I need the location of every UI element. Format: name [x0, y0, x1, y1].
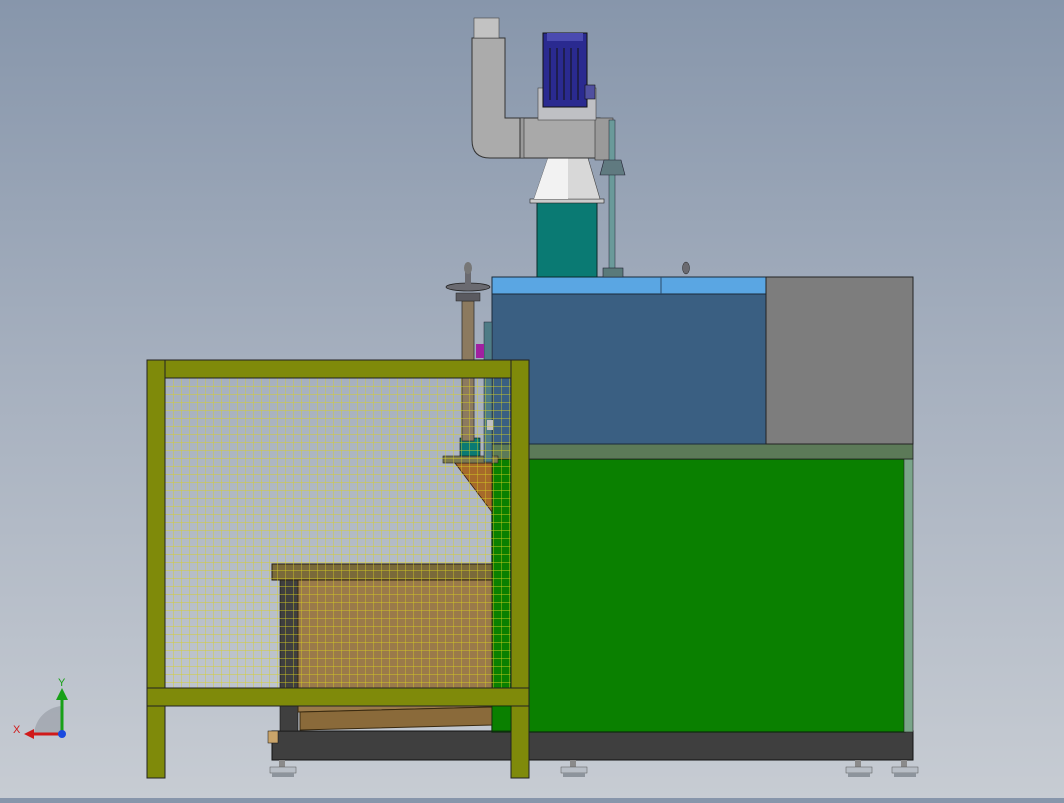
leveling-feet	[269, 760, 919, 777]
x-axis-arrowhead	[24, 729, 34, 739]
side-panel	[765, 276, 914, 445]
y-axis-label: Y	[58, 677, 66, 689]
x-axis-label: X	[13, 724, 21, 736]
machine-assembly-drawing	[146, 17, 919, 779]
cad-viewport[interactable]: Y X	[0, 0, 1064, 798]
leveling-foot	[891, 760, 919, 777]
leveling-foot	[560, 760, 588, 777]
vent-pipe	[599, 119, 690, 278]
y-axis-arrowhead	[56, 688, 68, 700]
green-tank-edge-strip	[491, 705, 512, 732]
triad-background-arc	[34, 706, 62, 734]
base-frame	[267, 730, 914, 761]
electric-motor	[542, 32, 596, 108]
leveling-foot	[269, 760, 297, 777]
blue-hood	[491, 276, 767, 445]
leveling-foot	[845, 760, 873, 777]
coordinate-triad: Y X	[12, 676, 76, 746]
green-tank	[491, 443, 914, 733]
z-axis-dot	[58, 730, 66, 738]
